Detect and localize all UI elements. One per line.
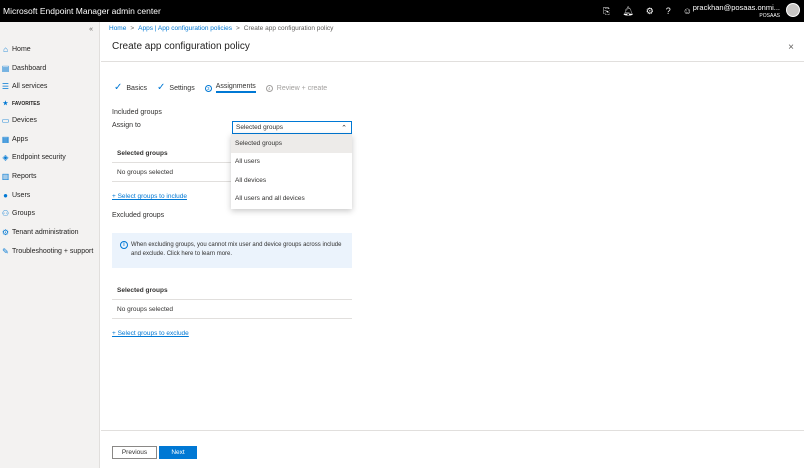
breadcrumb-separator: >	[130, 25, 135, 32]
wizard-steps: ✓ Basics ✓ Settings 3 Assignments 4 Revi…	[114, 83, 327, 93]
smiley-icon[interactable]: ☺	[683, 6, 692, 16]
sidebar-section-favorites: ★ FAVORITES	[0, 96, 100, 111]
assign-to-label: Assign to	[112, 122, 141, 129]
sidebar-item-groups[interactable]: ⚇ Groups	[0, 205, 100, 224]
sidebar-item-label: Dashboard	[12, 64, 47, 72]
option-all-devices[interactable]: All devices	[231, 171, 352, 190]
footer-divider	[101, 430, 804, 431]
sidebar-item-all-services[interactable]: ☰ All services	[0, 77, 100, 96]
excluded-table-header: Selected groups	[112, 282, 352, 300]
exclude-info-box[interactable]: i When excluding groups, you cannot mix …	[112, 233, 352, 268]
collapse-sidebar-icon[interactable]: «	[89, 26, 93, 33]
all-services-icon: ☰	[1, 82, 10, 92]
top-bar: Microsoft Endpoint Manager admin center …	[0, 0, 804, 22]
top-bar-icons: ⎘ 🔔︎ ⚙ ? ☺	[603, 0, 692, 22]
dashboard-icon: ▤	[1, 63, 10, 73]
sidebar-item-label: Reports	[12, 172, 37, 180]
tenant-admin-icon: ⚙	[1, 228, 10, 238]
assign-to-options: Selected groups All users All devices Al…	[231, 134, 352, 209]
breadcrumb-apps[interactable]: Apps | App configuration policies	[138, 25, 232, 32]
excluded-empty-row: No groups selected	[112, 301, 352, 319]
sidebar-item-label: Groups	[12, 210, 35, 218]
sidebar-item-endpoint-security[interactable]: ◈ Endpoint security	[0, 148, 100, 167]
assign-to-dropdown[interactable]: Selected groups ⌃	[232, 121, 352, 134]
close-icon[interactable]: ×	[788, 42, 794, 53]
breadcrumb-separator: >	[235, 25, 240, 32]
step-label: Assignments	[215, 83, 256, 93]
sidebar-item-dashboard[interactable]: ▤ Dashboard	[0, 59, 100, 78]
option-selected-groups[interactable]: Selected groups	[231, 134, 352, 153]
groups-icon: ⚇	[1, 209, 10, 219]
dropdown-value: Selected groups	[236, 124, 283, 131]
app-title[interactable]: Microsoft Endpoint Manager admin center	[3, 6, 161, 16]
excluded-groups-heading: Excluded groups	[112, 212, 165, 219]
step-review-create[interactable]: 4 Review + create	[265, 84, 328, 92]
account-info[interactable]: prackhan@posaas.onmi... POSAAS	[693, 3, 780, 21]
reports-icon: ▥	[1, 171, 10, 181]
sidebar-item-devices[interactable]: ▭ Devices	[0, 111, 100, 130]
troubleshooting-icon: ✎	[2, 246, 9, 256]
info-text: When excluding groups, you cannot mix us…	[131, 242, 342, 257]
sidebar-item-label: All services	[12, 83, 48, 91]
gear-icon[interactable]: ⚙	[646, 6, 654, 17]
step-basics[interactable]: ✓ Basics	[114, 82, 148, 93]
sidebar-item-troubleshooting[interactable]: ✎ Troubleshooting + support	[0, 242, 100, 261]
avatar[interactable]	[786, 3, 800, 17]
select-groups-include-link[interactable]: + Select groups to include	[112, 193, 187, 200]
sidebar-item-label: Users	[12, 191, 31, 199]
sidebar: « ⌂ Home ▤ Dashboard ☰ All services ★ FAVORI…	[0, 22, 100, 468]
sidebar-section-label: FAVORITES	[12, 100, 40, 107]
sidebar-item-label: Troubleshooting + support	[12, 247, 94, 255]
option-all-users-and-devices[interactable]: All users and all devices	[231, 190, 352, 209]
user-email: prackhan@posaas.onmi...	[692, 3, 780, 12]
endpoint-security-icon: ◈	[2, 153, 9, 163]
breadcrumb-current: Create app configuration policy	[243, 25, 334, 32]
devices-icon: ▭	[1, 115, 10, 125]
sidebar-item-home[interactable]: ⌂ Home	[0, 40, 100, 59]
help-icon[interactable]: ?	[666, 6, 671, 16]
select-groups-exclude-link[interactable]: + Select groups to exclude	[112, 330, 189, 337]
sidebar-item-apps[interactable]: ▦ Apps	[0, 130, 100, 149]
previous-button[interactable]: Previous	[112, 446, 157, 459]
apps-icon: ▦	[1, 134, 10, 144]
checkmark-icon: ✓	[157, 82, 166, 93]
included-groups-heading: Included groups	[112, 109, 162, 116]
sidebar-item-users[interactable]: ● Users	[0, 186, 100, 205]
home-icon: ⌂	[3, 44, 8, 54]
step-number: 4	[265, 84, 273, 92]
header-divider	[101, 61, 804, 62]
sidebar-item-label: Apps	[12, 135, 28, 143]
info-icon: i	[120, 241, 128, 249]
step-assignments[interactable]: 3 Assignments	[204, 83, 256, 93]
breadcrumb: Home > Apps | App configuration policies…	[109, 25, 333, 32]
users-icon: ●	[3, 190, 8, 200]
step-label: Review + create	[276, 84, 328, 92]
step-label: Basics	[126, 84, 148, 92]
step-settings[interactable]: ✓ Settings	[157, 82, 195, 93]
step-label: Settings	[169, 84, 195, 92]
sidebar-item-label: Devices	[12, 116, 37, 124]
star-icon: ★	[2, 101, 9, 108]
sidebar-item-reports[interactable]: ▥ Reports	[0, 167, 100, 186]
sidebar-item-label: Home	[12, 45, 31, 53]
sidebar-nav: ⌂ Home ▤ Dashboard ☰ All services ★ FAVORITE…	[0, 40, 100, 261]
bell-icon[interactable]: 🔔︎	[622, 6, 633, 17]
page-title: Create app configuration policy	[112, 41, 250, 52]
option-all-users[interactable]: All users	[231, 153, 352, 172]
user-tenant: POSAAS	[759, 13, 780, 19]
feedback-icon[interactable]: ⎘	[603, 6, 610, 17]
main-panel: Home > Apps | App configuration policies…	[101, 22, 804, 468]
chevron-up-icon: ⌃	[341, 125, 347, 132]
sidebar-item-tenant-administration[interactable]: ⚙ Tenant administration	[0, 223, 100, 242]
checkmark-icon: ✓	[114, 82, 123, 93]
sidebar-item-label: Tenant administration	[12, 229, 79, 237]
next-button[interactable]: Next	[159, 446, 197, 459]
step-number: 3	[204, 84, 212, 92]
sidebar-item-label: Endpoint security	[12, 154, 66, 162]
breadcrumb-home[interactable]: Home	[109, 25, 126, 32]
